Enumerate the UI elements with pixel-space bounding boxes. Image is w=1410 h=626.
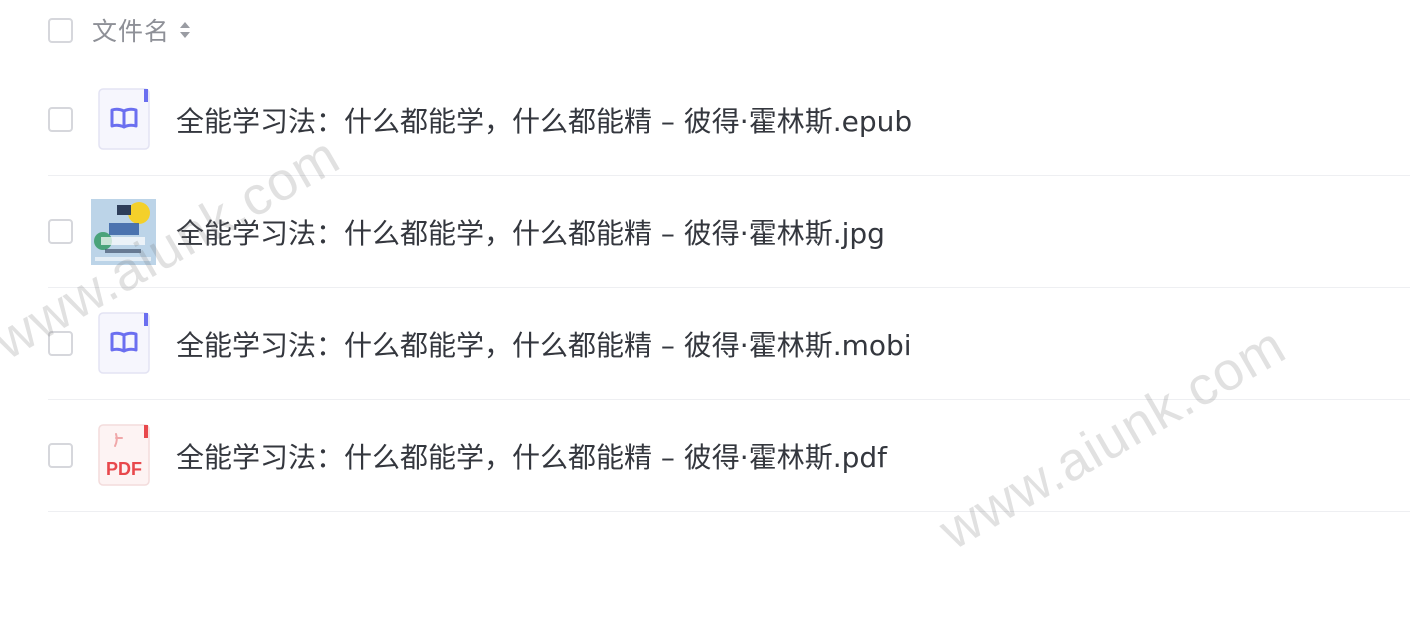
file-name-link[interactable]: 全能学习法：什么都能学，什么都能精 – 彼得·霍林斯.jpg: [176, 176, 885, 287]
file-list-header: 文件名: [48, 14, 192, 46]
row-checkbox[interactable]: [48, 330, 73, 356]
column-header-filename[interactable]: 文件名: [92, 12, 170, 48]
pdf-icon-label: PDF: [106, 459, 142, 479]
file-row-jpg[interactable]: 全能学习法：什么都能学，什么都能精 – 彼得·霍林斯.jpg: [48, 176, 1410, 288]
image-thumbnail: [91, 199, 156, 265]
sort-updown-icon[interactable]: [178, 18, 192, 42]
file-name-link[interactable]: 全能学习法：什么都能学，什么都能精 – 彼得·霍林斯.epub: [176, 64, 912, 175]
row-checkbox[interactable]: [48, 106, 73, 132]
file-row-pdf[interactable]: PDF 全能学习法：什么都能学，什么都能精 – 彼得·霍林斯.pdf: [48, 400, 1410, 512]
row-checkbox[interactable]: [48, 218, 73, 244]
file-row-epub[interactable]: 全能学习法：什么都能学，什么都能精 – 彼得·霍林斯.epub: [48, 64, 1410, 176]
ebook-icon: [98, 312, 150, 374]
file-name-link[interactable]: 全能学习法：什么都能学，什么都能精 – 彼得·霍林斯.mobi: [176, 288, 912, 399]
file-name-link[interactable]: 全能学习法：什么都能学，什么都能精 – 彼得·霍林斯.pdf: [176, 400, 887, 511]
row-checkbox[interactable]: [48, 442, 73, 468]
ebook-icon: [98, 88, 150, 150]
select-all-checkbox[interactable]: [48, 17, 73, 43]
pdf-icon: PDF: [98, 424, 150, 486]
file-row-mobi[interactable]: 全能学习法：什么都能学，什么都能精 – 彼得·霍林斯.mobi: [48, 288, 1410, 400]
